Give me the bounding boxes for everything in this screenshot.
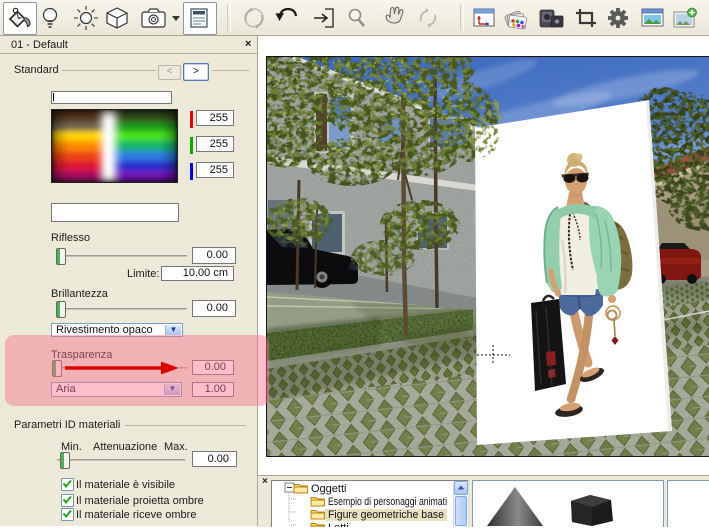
svg-text:Figure geometriche base: Figure geometriche base [328,509,444,521]
svg-text:Esempio di personaggi animati: Esempio di personaggi animati [328,496,447,508]
svg-text:Oggetti: Oggetti [311,483,346,495]
svg-text:Letti: Letti [328,522,349,527]
